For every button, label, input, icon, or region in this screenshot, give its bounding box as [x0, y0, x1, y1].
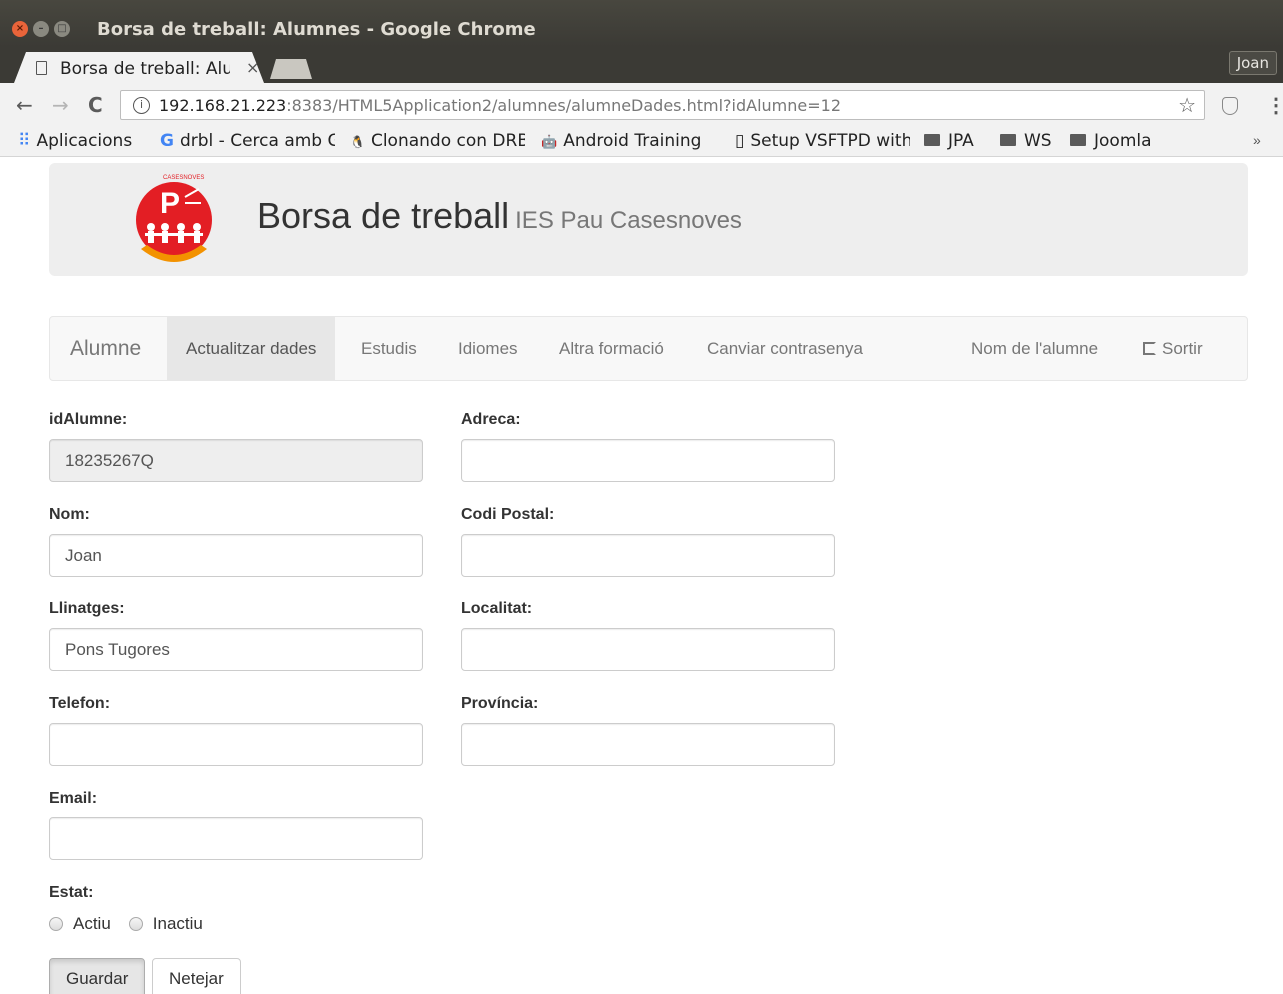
email-input[interactable] — [49, 817, 423, 860]
estat-radio-group: Actiu Inactiu — [49, 914, 203, 934]
bookmark-clonando-drbl[interactable]: 🐧 Clonando con DRBL — [350, 131, 525, 151]
logo-letter: P — [160, 187, 180, 220]
estat-inactiu-radio[interactable] — [128, 917, 143, 931]
window-minimize-button[interactable]: – — [33, 21, 49, 37]
brand-title: Borsa de treball — [257, 195, 510, 236]
logout-label: Sortir — [1162, 339, 1203, 358]
adreca-input[interactable] — [461, 439, 835, 482]
bookmark-label: Joomla — [1094, 131, 1152, 151]
folder-icon — [1070, 134, 1086, 146]
bookmark-label: Clonando con DRBL — [370, 131, 525, 151]
nav-user-name[interactable]: Nom de l'alumne — [952, 317, 1117, 380]
codi-postal-label: Codi Postal: — [461, 506, 555, 523]
url-host: 192.168.21.223 — [159, 96, 287, 115]
brand-subtitle: IES Pau Casesnoves — [515, 207, 742, 234]
idalumne-input[interactable] — [49, 439, 423, 482]
bookmarks-bar: ⠿Aplicacions Gdrbl - Cerca amb Google 🐧 C… — [0, 128, 1283, 157]
bookmark-label: Android Training — [563, 131, 702, 151]
url-text[interactable]: 192.168.21.223:8383/HTML5Application2/al… — [159, 96, 841, 115]
nom-label: Nom: — [49, 506, 90, 523]
clear-button[interactable]: Netejar — [152, 958, 241, 994]
llinatges-input[interactable] — [49, 628, 423, 671]
save-button[interactable]: Guardar — [49, 958, 146, 994]
bookmark-label: WS — [1024, 131, 1052, 151]
localitat-label: Localitat: — [461, 600, 533, 617]
nav-actualitzar-dades[interactable]: Actualitzar dades — [167, 317, 336, 380]
window-maximize-button[interactable]: □ — [54, 21, 70, 37]
navbar-brand[interactable]: Alumne — [70, 337, 141, 361]
llinatges-label: Llinatges: — [49, 600, 125, 617]
url-path: :8383/HTML5Application2/alumnes/alumneDa… — [286, 96, 842, 115]
google-icon: G — [160, 131, 174, 151]
email-label: Email: — [49, 790, 98, 807]
forward-icon[interactable]: → — [52, 93, 69, 117]
bookmark-folder-joomla[interactable]: Joomla — [1070, 131, 1152, 151]
profile-button[interactable]: Joan — [1228, 51, 1277, 75]
window-close-button[interactable]: × — [12, 21, 28, 37]
bookmark-drbl-search[interactable]: Gdrbl - Cerca amb Google — [160, 131, 335, 151]
bookmarks-overflow-icon[interactable]: » — [1253, 132, 1261, 148]
bookmark-aplicacions[interactable]: ⠿ Aplicacions — [18, 131, 132, 151]
tab-strip: Borsa de treball: Alumnes × Joan — [0, 47, 1283, 83]
codi-postal-input[interactable] — [461, 534, 835, 577]
chrome-menu-icon[interactable]: ⋮ — [1266, 93, 1283, 118]
logo-text: CASESNOVES — [163, 175, 204, 181]
bookmark-folder-jpa[interactable]: JPA — [924, 131, 974, 151]
folder-icon — [924, 134, 940, 146]
estat-actiu-radio[interactable] — [49, 917, 63, 931]
page-icon: ▯ — [735, 131, 745, 151]
provincia-input[interactable] — [461, 723, 835, 766]
nav-estudis[interactable]: Estudis — [342, 317, 436, 380]
bookmark-android-training[interactable]: 🤖 Android Training — [541, 131, 716, 151]
window-titlebar: × – □ Borsa de treball: Alumnes - Google… — [0, 0, 1283, 47]
browser-tab[interactable]: Borsa de treball: Alumnes × — [14, 52, 264, 83]
apps-grid-icon: ⠿ — [18, 131, 31, 151]
tab-close-icon[interactable]: × — [246, 58, 259, 77]
logout-icon — [1143, 342, 1156, 355]
telefon-input[interactable] — [49, 723, 423, 766]
logout-button[interactable]: Sortir — [1124, 317, 1222, 380]
nav-altra-formacio[interactable]: Altra formació — [540, 317, 683, 380]
main-navbar: Alumne Actualitzar dades Estudis Idiomes… — [49, 316, 1248, 381]
idalumne-label: idAlumne: — [49, 411, 128, 428]
bookmark-label: JPA — [948, 131, 974, 151]
nom-input[interactable] — [49, 534, 423, 577]
bookmark-star-icon[interactable]: ☆ — [1178, 93, 1196, 118]
page-title: Borsa de treball IES Pau Casesnoves — [257, 195, 742, 237]
android-icon: 🤖 — [541, 135, 558, 150]
bookmark-label: drbl - Cerca amb Google — [179, 131, 335, 151]
bookmark-label: Aplicacions — [36, 131, 133, 151]
folder-icon — [1000, 134, 1016, 146]
localitat-input[interactable] — [461, 628, 835, 671]
provincia-label: Província: — [461, 695, 539, 712]
address-bar[interactable]: i 192.168.21.223:8383/HTML5Application2/… — [120, 90, 1205, 120]
info-icon[interactable]: i — [133, 97, 150, 114]
back-icon[interactable]: ← — [16, 93, 33, 117]
school-logo: P CASESNOVES — [136, 175, 212, 262]
nav-idiomes[interactable]: Idiomes — [439, 317, 537, 380]
nav-canviar-contrasenya[interactable]: Canviar contrasenya — [688, 317, 882, 380]
page-icon — [36, 61, 47, 75]
telefon-label: Telefon: — [49, 695, 111, 712]
window-title: Borsa de treball: Alumnes - Google Chrom… — [97, 19, 536, 40]
adreca-label: Adreca: — [461, 411, 521, 428]
bookmark-folder-ws[interactable]: WS — [1000, 131, 1052, 151]
page-header: P CASESNOVES Borsa de treball IES Pau Cas… — [49, 163, 1248, 276]
extension-shield-icon[interactable] — [1222, 97, 1238, 115]
drbl-icon: 🐧 — [350, 135, 365, 149]
browser-toolbar: ← → C i 192.168.21.223:8383/HTML5Applica… — [0, 83, 1283, 128]
bookmark-setup-vsftpd[interactable]: ▯ Setup VSFTPD with — [735, 131, 910, 151]
reload-icon[interactable]: C — [88, 93, 103, 117]
estat-inactiu-label: Inactiu — [152, 914, 203, 933]
bookmark-label: Setup VSFTPD with — [750, 131, 910, 151]
estat-label: Estat: — [49, 884, 94, 901]
tab-title: Borsa de treball: Alumnes — [60, 59, 230, 79]
estat-actiu-label: Actiu — [73, 914, 111, 933]
new-tab-button[interactable] — [270, 59, 312, 79]
